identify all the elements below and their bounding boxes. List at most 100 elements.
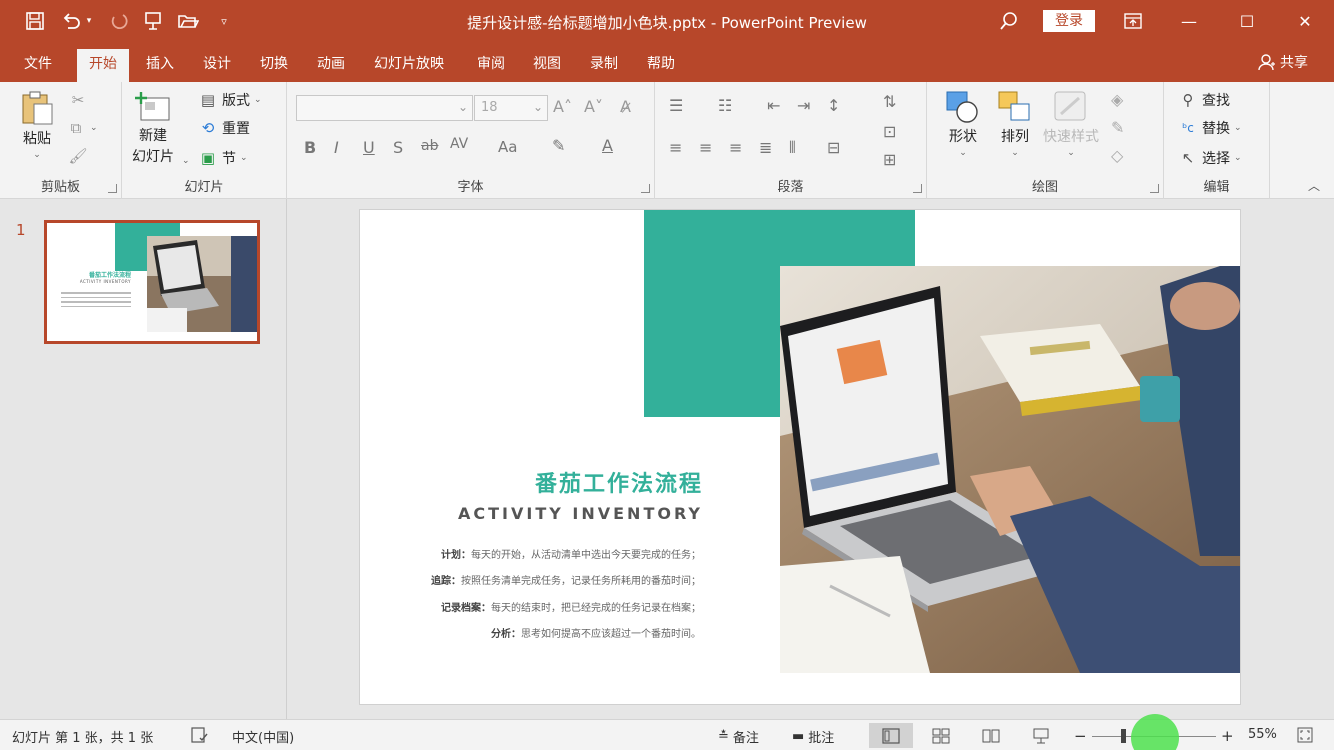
slide-body-line[interactable]: 追踪：按照任务清单完成任务，记录任务所耗用的番茄时间； (431, 572, 701, 587)
slide-body-line[interactable]: 计划：每天的开始，从活动清单中选出今天要完成的任务； (441, 546, 701, 561)
tab-design[interactable]: 设计 (191, 49, 243, 82)
tab-file[interactable]: 文件 (12, 49, 64, 82)
maximize-button[interactable]: ☐ (1224, 4, 1270, 38)
paste-button[interactable]: 粘贴 ⌄ (20, 90, 54, 160)
slide-title[interactable]: 番茄工作法流程 (460, 466, 703, 498)
normal-view-icon[interactable] (869, 723, 913, 748)
quick-styles-button[interactable]: 快速样式 ⌄ (1043, 90, 1099, 158)
tab-animations[interactable]: 动画 (305, 49, 357, 82)
columns-icon[interactable]: ⫴ (789, 138, 796, 158)
comments-button[interactable]: ▬ 批注 (792, 727, 834, 746)
format-painter-button[interactable]: 🖌 (68, 146, 88, 166)
laptop-photo[interactable] (780, 266, 1240, 673)
copy-button[interactable]: ⧉ ⌄ (66, 118, 98, 138)
arrange-button[interactable]: 排列 ⌄ (997, 90, 1033, 158)
increase-indent-icon[interactable]: ⇥ (797, 96, 810, 115)
bold-icon[interactable]: B (304, 138, 316, 157)
align-right-icon[interactable]: ≡ (729, 138, 742, 157)
open-folder-icon[interactable] (175, 8, 201, 34)
character-spacing-icon[interactable]: AV (450, 136, 468, 152)
start-slideshow-icon[interactable] (140, 8, 166, 34)
numbering-icon[interactable]: ☷ (718, 96, 732, 115)
slide-thumbnail[interactable]: 番茄工作法流程 ACTIVITY INVENTORY (44, 220, 260, 344)
font-size-select[interactable]: 18 ⌄ (474, 95, 548, 121)
undo-dropdown-icon[interactable]: ▾ (82, 8, 96, 34)
cut-button[interactable]: ✂ (68, 90, 88, 110)
tab-insert[interactable]: 插入 (134, 49, 186, 82)
justify-icon[interactable]: ≣ (759, 138, 772, 157)
align-center-icon[interactable]: ≡ (699, 138, 712, 157)
shape-fill-icon[interactable]: ◈ (1111, 90, 1123, 109)
align-text-vertical-icon[interactable]: ⊡ (883, 122, 896, 141)
align-left-icon[interactable]: ≡ (669, 138, 682, 157)
slide-info[interactable]: 幻灯片 第 1 张，共 1 张 (12, 727, 153, 746)
change-case-icon[interactable]: Aa (498, 138, 517, 156)
shrink-font-icon[interactable]: A˅ (584, 97, 603, 116)
language-indicator[interactable]: 中文(中国) (232, 727, 294, 746)
zoom-out-button[interactable]: − (1074, 727, 1087, 745)
tab-transitions[interactable]: 切换 (248, 49, 300, 82)
share-button[interactable]: 共享 (1258, 52, 1308, 72)
tab-slideshow[interactable]: 幻灯片放映 (362, 49, 456, 82)
underline-icon[interactable]: U (363, 138, 375, 157)
slide-body-line[interactable]: 记录档案：每天的结束时，把已经完成的任务记录在档案； (441, 599, 701, 614)
section-button[interactable]: ▣ 节 ⌄ (198, 148, 248, 168)
select-button[interactable]: ↖ 选择 ⌄ (1178, 148, 1242, 168)
align-text-icon[interactable]: ⊟ (827, 138, 840, 157)
highlight-icon[interactable]: ✎ (552, 136, 565, 155)
new-slide-dropdown-icon[interactable]: ⌄ (182, 156, 190, 166)
line-spacing-icon[interactable]: ↕ (827, 96, 840, 115)
shapes-button[interactable]: 形状 ⌄ (945, 90, 981, 158)
font-name-select[interactable]: ⌄ (296, 95, 473, 121)
minimize-button[interactable]: — (1166, 4, 1212, 38)
new-slide-button[interactable]: 新建 幻灯片 (132, 90, 174, 166)
layout-button[interactable]: ▤ 版式 ⌄ (198, 90, 262, 110)
tab-home[interactable]: 开始 (77, 49, 129, 82)
clipboard-launcher-icon[interactable] (108, 184, 117, 193)
fit-to-window-icon[interactable] (1297, 727, 1313, 743)
slide-subtitle[interactable]: ACTIVITY INVENTORY (420, 504, 703, 523)
bullets-icon[interactable]: ☰ (669, 96, 683, 115)
reset-button[interactable]: ⟲ 重置 (198, 118, 250, 138)
ribbon-display-icon[interactable] (1110, 4, 1156, 38)
text-direction-icon[interactable]: ⇅ (883, 92, 896, 111)
slide-sorter-icon[interactable] (919, 723, 963, 748)
shape-outline-icon[interactable]: ✎ (1111, 118, 1124, 137)
clear-format-icon[interactable]: A̷ (620, 97, 631, 116)
undo-icon[interactable] (58, 8, 84, 34)
font-color-icon[interactable]: A (602, 136, 613, 155)
accessibility-icon[interactable] (191, 727, 209, 743)
find-button[interactable]: ⚲ 查找 (1178, 90, 1231, 110)
replace-button[interactable]: ᵇc 替换 ⌄ (1178, 118, 1241, 138)
save-icon[interactable] (22, 8, 48, 34)
login-button[interactable]: 登录 (1043, 10, 1095, 32)
customize-toolbar-icon[interactable]: ▿ (211, 8, 237, 34)
close-button[interactable]: ✕ (1282, 4, 1328, 38)
redo-icon[interactable] (106, 8, 132, 34)
italic-icon[interactable]: I (334, 138, 339, 157)
zoom-in-button[interactable]: + (1221, 727, 1234, 745)
tab-help[interactable]: 帮助 (635, 49, 687, 82)
search-icon[interactable] (996, 8, 1022, 34)
slide-canvas[interactable]: 番茄工作法流程 ACTIVITY INVENTORY 计划：每天的开始，从活动清… (359, 209, 1241, 705)
grow-font-icon[interactable]: A˄ (553, 97, 572, 116)
slideshow-view-icon[interactable] (1019, 723, 1063, 748)
reading-view-icon[interactable] (969, 723, 1013, 748)
zoom-level[interactable]: 55% (1248, 727, 1277, 742)
notes-button[interactable]: ≛ 备注 (718, 727, 759, 746)
shapes-label: 形状 (949, 129, 977, 145)
slide-body-line[interactable]: 分析：思考如何提高不应该超过一个番茄时间。 (491, 625, 701, 640)
drawing-launcher-icon[interactable] (1150, 184, 1159, 193)
smartart-icon[interactable]: ⊞ (883, 150, 896, 169)
shadow-icon[interactable]: S (393, 138, 403, 157)
paragraph-launcher-icon[interactable] (913, 184, 922, 193)
collapse-ribbon-icon[interactable]: ︿ (1308, 177, 1320, 194)
tab-view[interactable]: 视图 (521, 49, 573, 82)
font-launcher-icon[interactable] (641, 184, 650, 193)
zoom-slider-thumb[interactable] (1121, 729, 1126, 743)
tab-review[interactable]: 审阅 (465, 49, 517, 82)
tab-record[interactable]: 录制 (578, 49, 630, 82)
decrease-indent-icon[interactable]: ⇤ (767, 96, 780, 115)
strikethrough-icon[interactable]: ab (421, 138, 438, 154)
shape-effects-icon[interactable]: ◇ (1111, 146, 1123, 165)
